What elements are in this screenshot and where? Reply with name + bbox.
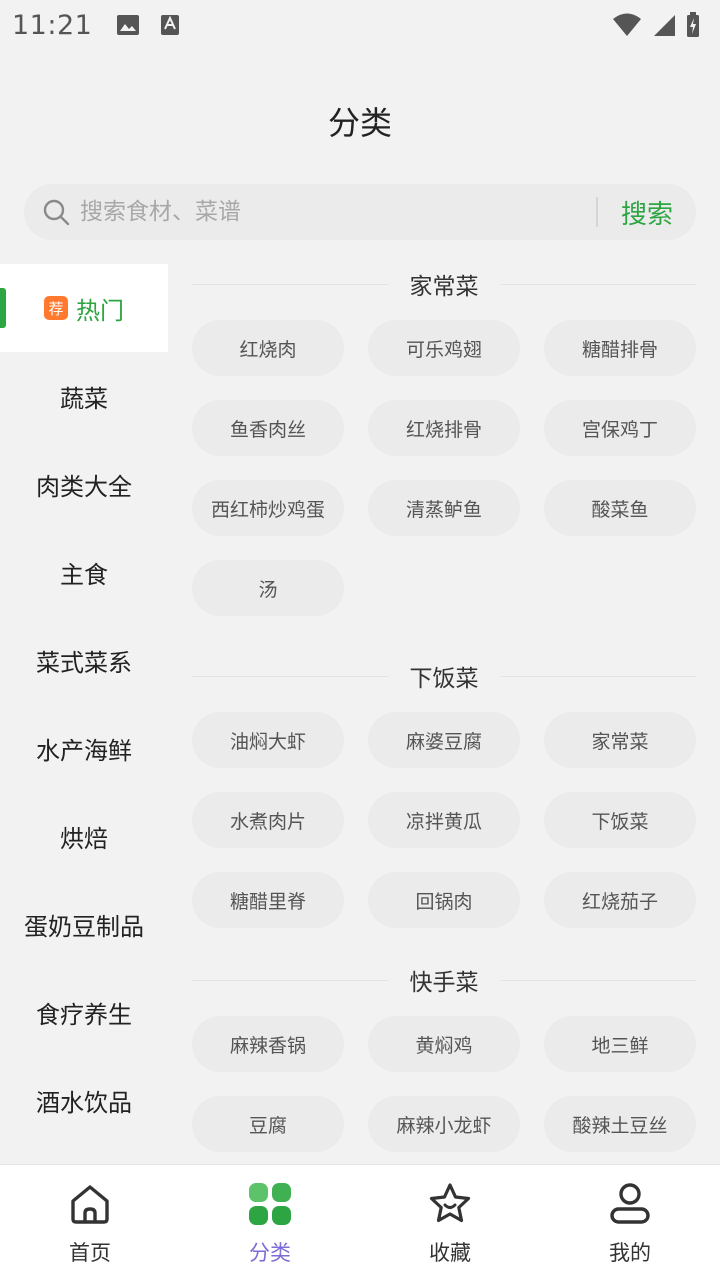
recipe-tag[interactable]: 糖醋排骨 — [544, 320, 696, 376]
sidebar-item-staple-food[interactable]: 主食 — [0, 528, 168, 616]
recipe-tag[interactable]: 下饭菜 — [544, 792, 696, 848]
recipe-tag[interactable]: 酸菜鱼 — [544, 480, 696, 536]
nav-home[interactable]: 首页 — [0, 1165, 180, 1280]
category-grid-icon — [249, 1183, 291, 1225]
recipe-tag[interactable]: 西红柿炒鸡蛋 — [192, 480, 344, 536]
section-header: 家常菜 — [192, 264, 696, 304]
status-bar: 11:21 — [0, 0, 720, 50]
user-icon — [610, 1183, 650, 1224]
nav-profile[interactable]: 我的 — [540, 1165, 720, 1280]
sidebar-item-label: 热门 — [76, 296, 124, 325]
recipe-tag[interactable]: 鱼香肉丝 — [192, 400, 344, 456]
search-box: 搜索 — [24, 184, 696, 240]
sidebar-item-label: 主食 — [60, 560, 108, 589]
sidebar-item-label: 蛋奶豆制品 — [24, 912, 144, 941]
nav-label: 收藏 — [429, 1241, 471, 1265]
nav-label: 分类 — [249, 1241, 291, 1265]
recipe-tag[interactable]: 红烧排骨 — [368, 400, 520, 456]
bottom-nav: 首页 分类 收藏 我的 — [0, 1164, 720, 1280]
image-notification-icon — [117, 15, 140, 35]
recipe-tag[interactable]: 麻辣小龙虾 — [368, 1096, 520, 1152]
nav-label: 我的 — [609, 1241, 651, 1265]
recipe-tag[interactable]: 水煮肉片 — [192, 792, 344, 848]
section-header: 快手菜 — [192, 960, 696, 1000]
section-divider — [500, 283, 696, 285]
recipe-tag[interactable]: 油焖大虾 — [192, 712, 344, 768]
page-title: 分类 — [327, 104, 392, 142]
search-icon — [43, 199, 70, 226]
sidebar-item-label: 水产海鲜 — [36, 736, 132, 765]
sidebar-item-health[interactable]: 食疗养生 — [0, 968, 168, 1056]
recipe-tag[interactable]: 清蒸鲈鱼 — [368, 480, 520, 536]
tag-grid: 油焖大虾 麻婆豆腐 家常菜 水煮肉片 凉拌黄瓜 下饭菜 糖醋里脊 回锅肉 红烧茄… — [192, 712, 696, 928]
recipe-tag[interactable]: 家常菜 — [544, 712, 696, 768]
search-button[interactable]: 搜索 — [598, 194, 696, 231]
status-time: 11:21 — [12, 9, 93, 41]
font-notification-icon — [161, 15, 180, 35]
nav-category[interactable]: 分类 — [180, 1165, 360, 1280]
recipe-tag[interactable]: 黄焖鸡 — [368, 1016, 520, 1072]
search-input[interactable] — [80, 199, 596, 225]
battery-icon — [687, 12, 699, 37]
recipe-tag[interactable]: 回锅肉 — [368, 872, 520, 928]
section-divider — [192, 283, 388, 285]
sidebar-item-hot[interactable]: 荐 热门 — [0, 264, 168, 352]
sidebar-item-cuisine[interactable]: 菜式菜系 — [0, 616, 168, 704]
nav-label: 首页 — [69, 1241, 111, 1265]
active-indicator — [0, 288, 6, 328]
recipe-tag[interactable]: 酸辣土豆丝 — [544, 1096, 696, 1152]
sidebar-item-label: 肉类大全 — [36, 472, 132, 501]
recipe-tag[interactable]: 凉拌黄瓜 — [368, 792, 520, 848]
section-divider — [500, 675, 696, 677]
star-icon — [429, 1183, 471, 1223]
section-title: 快手菜 — [409, 970, 479, 996]
sidebar-item-vegetables[interactable]: 蔬菜 — [0, 352, 168, 440]
sidebar-item-label: 蔬菜 — [60, 384, 108, 413]
section-divider — [500, 979, 696, 981]
sidebar-item-drinks[interactable]: 酒水饮品 — [0, 1056, 168, 1144]
sidebar-item-seafood[interactable]: 水产海鲜 — [0, 704, 168, 792]
category-sidebar: 荐 热门 蔬菜 肉类大全 主食 菜式菜系 水产海鲜 烘焙 蛋奶豆制品 食疗养生 … — [0, 264, 168, 1144]
recipe-tag[interactable]: 可乐鸡翅 — [368, 320, 520, 376]
recipe-tag[interactable]: 汤 — [192, 560, 344, 616]
nav-favorites[interactable]: 收藏 — [360, 1165, 540, 1280]
sidebar-item-label: 菜式菜系 — [36, 648, 132, 677]
sidebar-item-label: 食疗养生 — [36, 1000, 132, 1029]
recipe-tag[interactable]: 豆腐 — [192, 1096, 344, 1152]
sidebar-item-label: 烘焙 — [60, 824, 108, 853]
sidebar-item-meat[interactable]: 肉类大全 — [0, 440, 168, 528]
home-icon — [71, 1185, 109, 1224]
sidebar-item-baking[interactable]: 烘焙 — [0, 792, 168, 880]
tag-grid: 红烧肉 可乐鸡翅 糖醋排骨 鱼香肉丝 红烧排骨 宫保鸡丁 西红柿炒鸡蛋 清蒸鲈鱼… — [192, 320, 696, 616]
hot-badge: 荐 — [44, 296, 68, 320]
wifi-icon — [613, 13, 641, 36]
sidebar-item-egg-dairy-tofu[interactable]: 蛋奶豆制品 — [0, 880, 168, 968]
recipe-tag[interactable]: 宫保鸡丁 — [544, 400, 696, 456]
section-title: 家常菜 — [409, 274, 479, 300]
section-divider — [192, 675, 388, 677]
recipe-tag[interactable]: 麻辣香锅 — [192, 1016, 344, 1072]
recipe-tag[interactable]: 糖醋里脊 — [192, 872, 344, 928]
category-content: 家常菜 红烧肉 可乐鸡翅 糖醋排骨 鱼香肉丝 红烧排骨 宫保鸡丁 西红柿炒鸡蛋 … — [192, 264, 696, 1152]
recipe-tag[interactable]: 地三鲜 — [544, 1016, 696, 1072]
cell-signal-icon — [654, 15, 675, 36]
recipe-tag[interactable]: 红烧肉 — [192, 320, 344, 376]
section-title: 下饭菜 — [409, 666, 479, 692]
section-divider — [192, 979, 388, 981]
section-header: 下饭菜 — [192, 656, 696, 696]
sidebar-item-label: 酒水饮品 — [36, 1088, 132, 1117]
recipe-tag[interactable]: 红烧茄子 — [544, 872, 696, 928]
tag-grid: 麻辣香锅 黄焖鸡 地三鲜 豆腐 麻辣小龙虾 酸辣土豆丝 — [192, 1016, 696, 1152]
recipe-tag[interactable]: 麻婆豆腐 — [368, 712, 520, 768]
